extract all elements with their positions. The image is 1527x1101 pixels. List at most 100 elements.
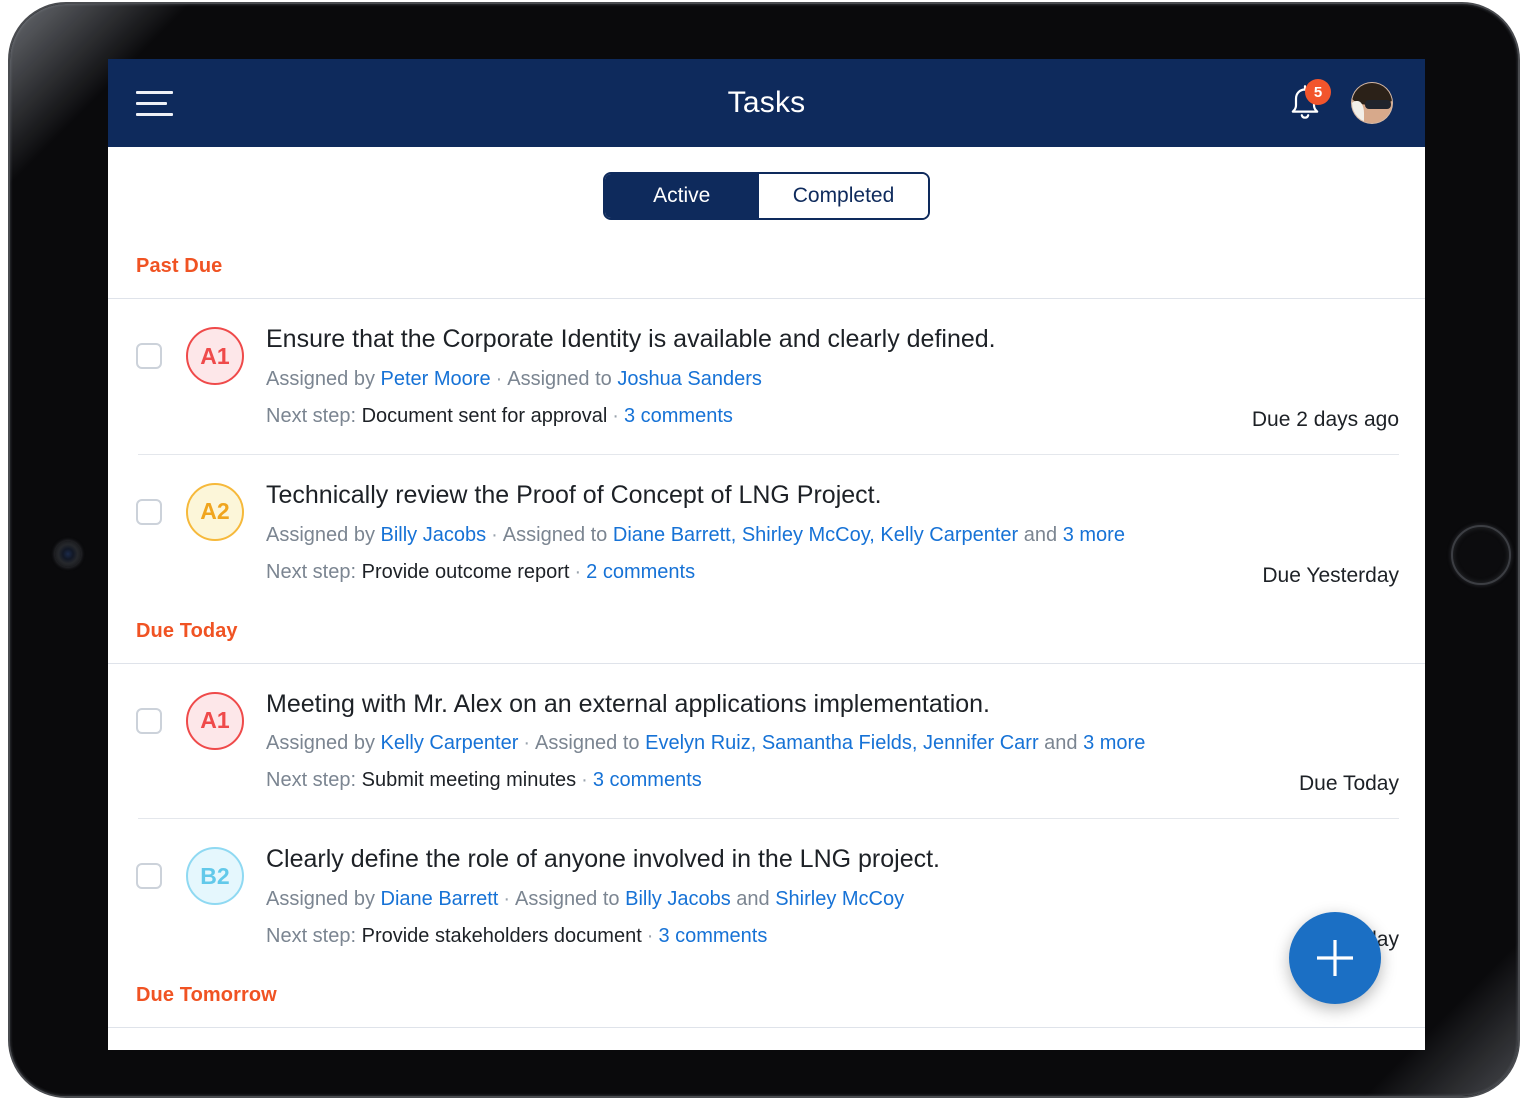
task-checkbox[interactable] bbox=[136, 498, 162, 525]
avatar[interactable] bbox=[1351, 82, 1393, 124]
task-title: Ensure that the Corporate Identity is av… bbox=[266, 325, 996, 353]
task-body: Clearly define the role of anyone involv… bbox=[266, 845, 1399, 950]
assigned-to-label: Assigned to bbox=[502, 523, 613, 546]
home-button[interactable] bbox=[1451, 525, 1511, 585]
task-body: Meeting with Mr. Alex on an external app… bbox=[266, 690, 1399, 795]
meta-separator: · bbox=[646, 925, 654, 947]
task-row[interactable]: A1 Ensure that the Corporate Identity is… bbox=[108, 299, 1425, 454]
due-label: Due Yesterday bbox=[1262, 563, 1399, 587]
task-body: Technically review the Proof of Concept … bbox=[266, 481, 1399, 586]
task-assignment-line: Assigned by Billy Jacobs · Assigned to Dia… bbox=[266, 522, 1399, 549]
avatar-highlight bbox=[1352, 101, 1364, 123]
tab-switcher: Active Completed bbox=[602, 172, 931, 220]
next-step-value: Provide stakeholders document bbox=[361, 925, 642, 947]
task-row[interactable]: B2 Clearly define the role of anyone inv… bbox=[108, 819, 1425, 974]
task-checkbox[interactable] bbox=[136, 863, 162, 890]
meta-separator: · bbox=[503, 888, 511, 910]
tablet-device-frame: Tasks 5 Active Completed Past Due A1 Ens… bbox=[8, 2, 1520, 1098]
notification-badge: 5 bbox=[1305, 79, 1331, 105]
and-connector: and bbox=[730, 888, 776, 910]
task-row[interactable]: A2 Technically review the Proof of Conce… bbox=[108, 455, 1425, 610]
assigned-to-label: Assigned to bbox=[507, 367, 618, 390]
tab-completed[interactable]: Completed bbox=[758, 174, 929, 218]
assignee-more-link[interactable]: 3 more bbox=[1063, 524, 1125, 546]
assignee-list[interactable]: Diane Barrett, Shirley McCoy, Kelly Carp… bbox=[613, 524, 1018, 546]
task-title: Clearly define the role of anyone involv… bbox=[266, 845, 940, 874]
task-body: Ensure that the Corporate Identity is av… bbox=[266, 325, 1399, 430]
meta-separator: · bbox=[495, 367, 503, 390]
assigned-by-person[interactable]: Diane Barrett bbox=[381, 888, 499, 910]
assignee-more-link[interactable]: 3 more bbox=[1083, 732, 1145, 754]
assignee-list[interactable]: Billy Jacobs bbox=[625, 888, 731, 910]
task-row[interactable]: A1 Meeting with Mr. Alex on an external … bbox=[108, 664, 1425, 819]
comments-link[interactable]: 3 comments bbox=[658, 925, 767, 947]
task-next-step-line: Next step: Provide outcome report · 2 comm… bbox=[266, 559, 1399, 586]
task-list: Past Due A1 Ensure that the Corporate Id… bbox=[108, 245, 1425, 1050]
assigned-by-label: Assigned by bbox=[266, 367, 381, 390]
assignee-second[interactable]: Shirley McCoy bbox=[775, 888, 904, 910]
task-assignment-line: Assigned by Peter Moore · Assigned to Josh… bbox=[266, 366, 1399, 393]
task-title: Technically review the Proof of Concept … bbox=[266, 480, 882, 509]
priority-badge: A1 bbox=[186, 691, 244, 750]
assigned-to-label: Assigned to bbox=[535, 732, 646, 755]
assigned-by-person[interactable]: Kelly Carpenter bbox=[381, 732, 519, 754]
assignee-list[interactable]: Joshua Sanders bbox=[617, 368, 762, 390]
meta-separator: · bbox=[574, 560, 582, 583]
front-camera-icon bbox=[55, 541, 81, 567]
group-header-due-tomorrow: Due Tomorrow bbox=[136, 984, 277, 1006]
task-title: Meeting with Mr. Alex on an external app… bbox=[266, 689, 990, 718]
app-header-bar: Tasks 5 bbox=[108, 59, 1425, 147]
due-label: Due 2 days ago bbox=[1251, 407, 1399, 431]
assigned-by-person[interactable]: Billy Jacobs bbox=[381, 524, 487, 546]
assigned-to-label: Assigned to bbox=[515, 888, 626, 910]
and-connector: and bbox=[1018, 523, 1063, 546]
task-assignment-line: Assigned by Kelly Carpenter · Assigned to … bbox=[266, 730, 1399, 757]
comments-link[interactable]: 3 comments bbox=[593, 769, 702, 791]
priority-badge: A1 bbox=[186, 327, 244, 385]
bell-icon[interactable]: 5 bbox=[1285, 79, 1331, 124]
next-step-value: Document sent for approval bbox=[361, 404, 608, 427]
meta-separator: · bbox=[491, 523, 498, 546]
tab-active[interactable]: Active bbox=[604, 174, 759, 218]
task-checkbox[interactable] bbox=[136, 343, 162, 369]
next-step-label: Next step: bbox=[266, 560, 362, 583]
group-header-due-today: Due Today bbox=[136, 619, 238, 642]
due-label: Due Today bbox=[1298, 772, 1399, 796]
assigned-by-person[interactable]: Peter Moore bbox=[381, 368, 491, 390]
header-actions: 5 bbox=[1285, 79, 1393, 124]
comments-link[interactable]: 2 comments bbox=[586, 561, 695, 583]
meta-separator: · bbox=[581, 769, 588, 792]
add-task-fab[interactable] bbox=[1289, 912, 1381, 1004]
meta-separator: · bbox=[612, 404, 619, 427]
hamburger-line-1 bbox=[136, 90, 173, 94]
next-step-value: Provide outcome report bbox=[361, 560, 570, 583]
page-title: Tasks bbox=[727, 86, 806, 119]
next-step-label: Next step: bbox=[266, 404, 362, 427]
tab-bar: Active Completed bbox=[108, 147, 1425, 245]
hamburger-menu-icon[interactable] bbox=[136, 81, 182, 125]
avatar-glasses bbox=[1365, 100, 1391, 109]
next-step-label: Next step: bbox=[266, 769, 362, 792]
group-header-past-due: Past Due bbox=[136, 255, 223, 277]
task-next-step-line: Next step: Document sent for approval · 3 … bbox=[266, 403, 1399, 430]
task-next-step-line: Next step: Submit meeting minutes · 3 comm… bbox=[266, 767, 1399, 794]
assigned-by-label: Assigned by bbox=[266, 888, 381, 910]
hamburger-line-3 bbox=[136, 112, 173, 116]
next-step-label: Next step: bbox=[266, 925, 362, 947]
priority-badge: B2 bbox=[186, 847, 244, 906]
comments-link[interactable]: 3 comments bbox=[624, 405, 733, 427]
meta-separator: · bbox=[523, 732, 531, 755]
list-bottom-spacer bbox=[108, 1028, 1425, 1050]
priority-badge: A2 bbox=[186, 482, 244, 541]
task-assignment-line: Assigned by Diane Barrett · Assigned to Bi… bbox=[266, 886, 1399, 913]
hamburger-line-2 bbox=[136, 101, 167, 105]
task-checkbox[interactable] bbox=[136, 707, 162, 734]
assignee-list[interactable]: Evelyn Ruiz, Samantha Fields, Jennifer C… bbox=[645, 732, 1039, 754]
app-screen: Tasks 5 Active Completed Past Due A1 Ens… bbox=[108, 59, 1425, 1050]
and-connector: and bbox=[1038, 732, 1084, 755]
assigned-by-label: Assigned by bbox=[266, 523, 381, 546]
assigned-by-label: Assigned by bbox=[266, 732, 381, 755]
plus-icon bbox=[1317, 940, 1353, 976]
task-next-step-line: Next step: Provide stakeholders document… bbox=[266, 923, 1399, 950]
next-step-value: Submit meeting minutes bbox=[361, 769, 577, 792]
